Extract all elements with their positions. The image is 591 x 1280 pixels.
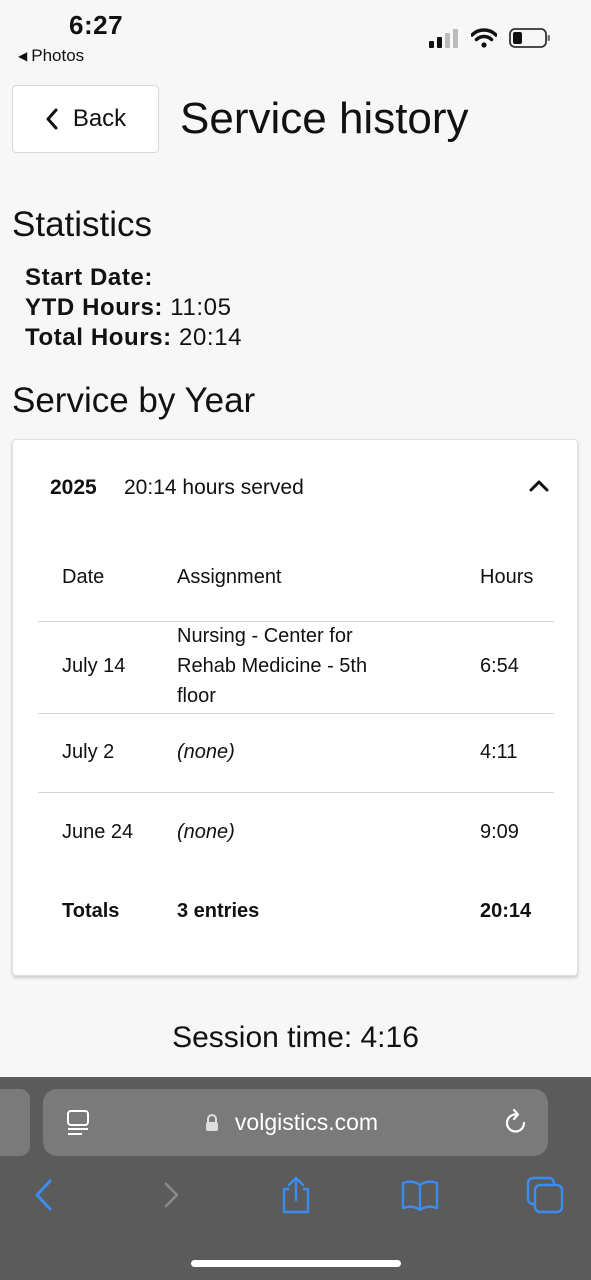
ytd-hours-label: YTD Hours: (25, 294, 163, 321)
column-header-hours: Hours (480, 566, 534, 588)
previous-tab-preview[interactable] (0, 1089, 30, 1156)
year-card: 2025 20:14 hours served Date Assignment … (12, 439, 578, 976)
back-triangle-icon: ◀ (18, 49, 28, 63)
totals-entries: 3 entries (177, 900, 260, 922)
totals-label: Totals (62, 900, 120, 922)
back-to-app-link[interactable]: ◀ Photos (18, 46, 84, 66)
bookmarks-icon[interactable] (400, 1175, 440, 1215)
status-icons (429, 27, 551, 49)
row-3-assignment: (none) (177, 821, 235, 843)
totals-hours: 20:14 (480, 900, 532, 922)
back-app-label: Photos (31, 46, 85, 65)
status-time: 6:27 (69, 10, 124, 40)
row-1-hours: 6:54 (480, 655, 519, 677)
total-hours-label: Total Hours: (25, 324, 172, 351)
row-2-date: July 2 (62, 741, 115, 763)
forward-arrow-icon[interactable] (152, 1175, 192, 1215)
home-indicator[interactable] (191, 1260, 401, 1267)
tabs-icon[interactable] (525, 1175, 565, 1215)
ytd-hours-row: YTD Hours: 11:05 (25, 294, 232, 322)
row-1-date: July 14 (62, 655, 126, 677)
service-by-year-heading: Service by Year (12, 381, 256, 420)
back-arrow-icon[interactable] (24, 1175, 64, 1215)
start-date-row: Start Date: (25, 264, 153, 292)
row-2-hours: 4:11 (480, 741, 518, 763)
session-time: Session time: 4:16 (172, 1021, 419, 1054)
back-label: Back (72, 105, 127, 132)
wifi-icon (471, 28, 497, 48)
page-title: Service history (180, 94, 469, 143)
reload-icon[interactable] (503, 1108, 529, 1136)
start-date-label: Start Date: (25, 264, 153, 291)
address-bar[interactable]: volgistics.com (43, 1089, 548, 1156)
ytd-hours-value: 11:05 (170, 294, 232, 321)
statistics-heading: Statistics (12, 205, 153, 244)
row-2-assignment: (none) (177, 741, 235, 763)
year-label[interactable]: 2025 (50, 476, 97, 500)
row-3-hours: 9:09 (480, 821, 519, 843)
row-3-date: June 24 (62, 821, 134, 843)
back-button[interactable]: Back (12, 85, 159, 153)
year-summary: 20:14 hours served (124, 476, 304, 499)
cellular-signal-icon (429, 29, 458, 48)
column-header-assignment: Assignment (177, 566, 282, 588)
battery-icon (509, 28, 550, 48)
row-1-assignment: Nursing - Center for Rehab Medicine - 5t… (177, 625, 368, 707)
chevron-up-icon[interactable] (523, 470, 555, 502)
table-divider (38, 713, 554, 714)
url-text: volgistics.com (234, 1109, 379, 1135)
share-icon[interactable] (276, 1175, 316, 1215)
total-hours-row: Total Hours: 20:14 (25, 324, 242, 352)
total-hours-value: 20:14 (179, 324, 243, 351)
chevron-left-icon (46, 108, 58, 130)
column-header-date: Date (62, 566, 105, 588)
table-divider (38, 792, 554, 793)
